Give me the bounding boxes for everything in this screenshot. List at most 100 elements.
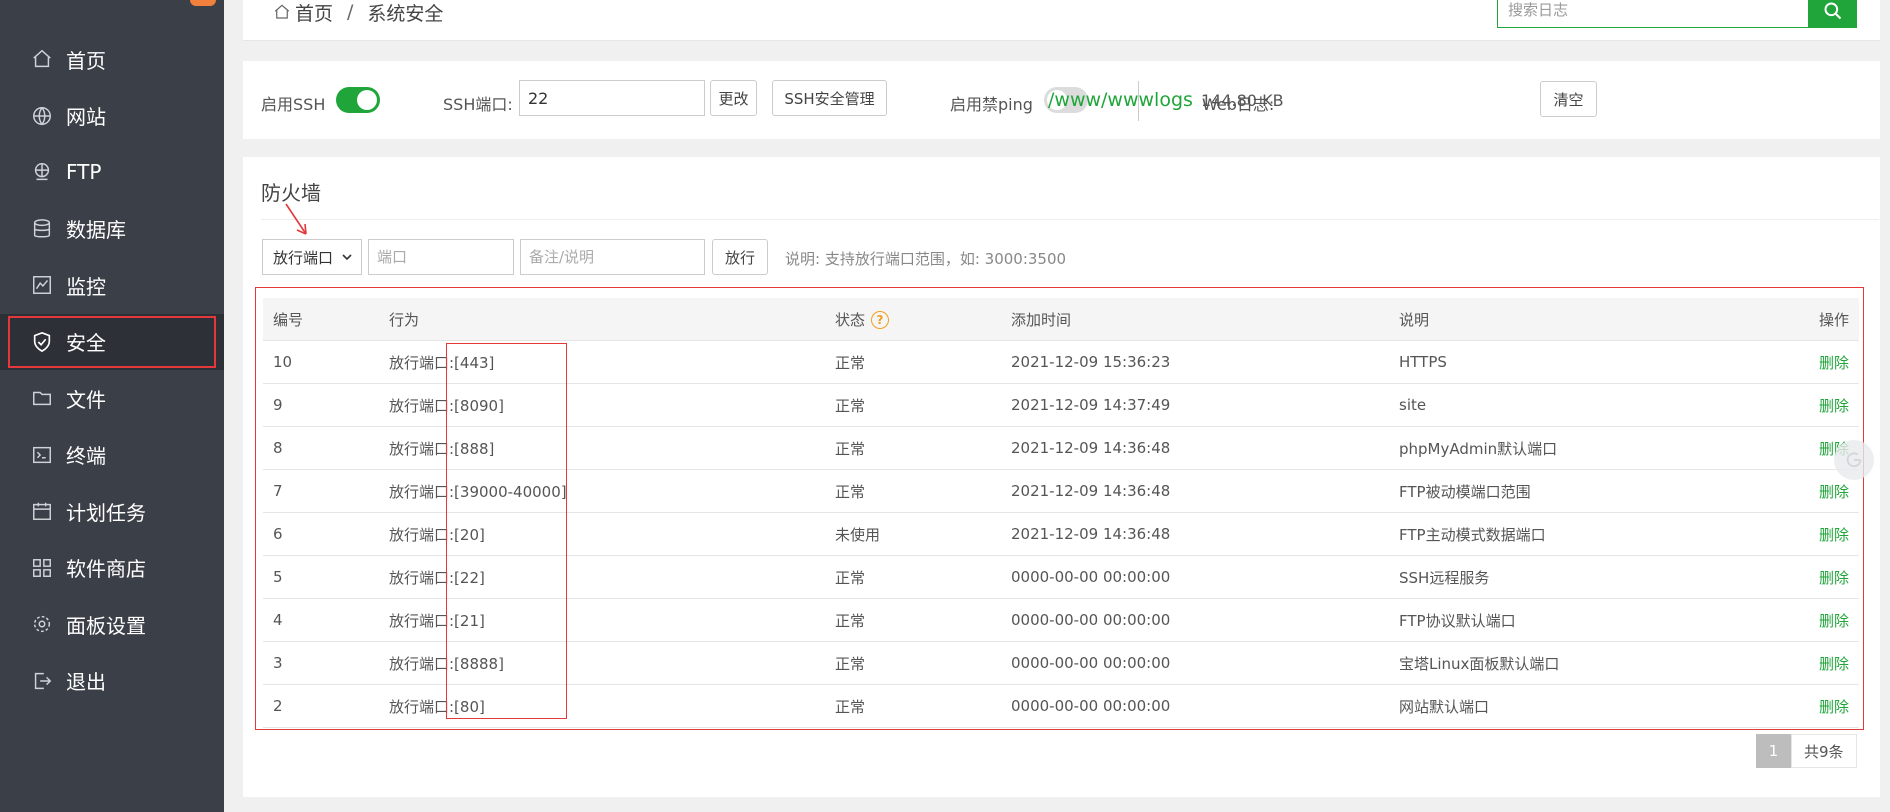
search-button[interactable] <box>1809 0 1857 28</box>
cell-desc: FTP被动模端口范围 <box>1389 469 1753 513</box>
cell-desc: HTTPS <box>1389 340 1753 384</box>
cell-action: 放行端口:[8090] <box>379 383 825 427</box>
home-icon <box>31 48 53 70</box>
ssh-manage-button[interactable]: SSH安全管理 <box>772 80 887 116</box>
sidebar-item-ftp[interactable]: FTP <box>0 144 224 201</box>
rule-type-value: 放行端口 <box>273 248 334 267</box>
cell-desc: 宝塔Linux面板默认端口 <box>1389 641 1753 685</box>
column-header-status: 状态? <box>825 298 1001 341</box>
cell-desc: SSH远程服务 <box>1389 555 1753 599</box>
delete-link[interactable]: 删除 <box>1819 483 1849 501</box>
apps-icon <box>31 557 53 579</box>
cell-action: 放行端口:[20] <box>379 512 825 556</box>
sidebar-item-label: 数据库 <box>66 218 126 243</box>
delete-link[interactable]: 删除 <box>1819 655 1849 673</box>
cell-id: 7 <box>263 469 379 513</box>
change-port-button[interactable]: 更改 <box>710 80 757 116</box>
monitor-icon <box>31 274 53 296</box>
sidebar-item-label: FTP <box>66 160 102 185</box>
cell-status: 正常 <box>825 383 1001 427</box>
cell-desc: FTP协议默认端口 <box>1389 598 1753 642</box>
sidebar-item-monitor[interactable]: 监控 <box>0 257 224 314</box>
ftp-icon <box>31 161 53 183</box>
allow-port-button[interactable]: 放行 <box>712 239 768 275</box>
table-row: 10 放行端口:[443] 正常 2021-12-09 15:36:23 HTT… <box>263 340 1859 384</box>
logout-icon <box>31 670 53 692</box>
breadcrumb-home[interactable]: 首页 <box>295 0 333 26</box>
firewall-hint: 说明: 支持放行端口范围，如: 3000:3500 <box>785 250 1067 268</box>
divider <box>261 219 1879 220</box>
cell-status: 正常 <box>825 684 1001 728</box>
cell-id: 6 <box>263 512 379 556</box>
port-input[interactable] <box>368 239 514 275</box>
cell-action: 放行端口:[80] <box>379 684 825 728</box>
breadcrumb: 首页 / 系统安全 <box>273 0 443 26</box>
page-current[interactable]: 1 <box>1756 734 1791 768</box>
cell-status: 正常 <box>825 598 1001 642</box>
weblog-path-link[interactable]: /www/wwwlogs <box>1048 89 1193 111</box>
sidebar-item-website[interactable]: 网站 <box>0 88 224 145</box>
delete-link[interactable]: 删除 <box>1819 526 1849 544</box>
cell-action: 放行端口:[443] <box>379 340 825 384</box>
cell-action: 放行端口:[888] <box>379 426 825 470</box>
ssh-port-input[interactable] <box>519 80 705 116</box>
cell-time: 0000-00-00 00:00:00 <box>1001 684 1389 728</box>
sidebar-item-home[interactable]: 首页 <box>0 31 224 88</box>
database-icon <box>31 218 53 240</box>
cell-op: 删除 <box>1752 684 1859 728</box>
cell-id: 2 <box>263 684 379 728</box>
help-icon[interactable]: ? <box>871 311 890 329</box>
delete-link[interactable]: 删除 <box>1819 612 1849 630</box>
table-row: 9 放行端口:[8090] 正常 2021-12-09 14:37:49 sit… <box>263 383 1859 427</box>
ssh-enable-label: 启用SSH <box>261 95 326 114</box>
sidebar-item-settings[interactable]: 面板设置 <box>0 596 224 653</box>
note-input[interactable] <box>520 239 705 275</box>
home-icon <box>274 4 290 19</box>
sidebar-item-logout[interactable]: 退出 <box>0 653 224 710</box>
cell-op: 删除 <box>1752 512 1859 556</box>
notification-badge[interactable] <box>190 0 216 6</box>
search-input[interactable] <box>1498 0 1808 25</box>
sidebar-item-cron[interactable]: 计划任务 <box>0 483 224 540</box>
ssh-port-label: SSH端口: <box>443 95 513 114</box>
delete-link[interactable]: 删除 <box>1819 397 1849 415</box>
sidebar-item-files[interactable]: 文件 <box>0 370 224 427</box>
cell-action: 放行端口:[39000-40000] <box>379 469 825 513</box>
table-row: 4 放行端口:[21] 正常 0000-00-00 00:00:00 FTP协议… <box>263 598 1859 642</box>
cell-status: 正常 <box>825 555 1001 599</box>
sidebar-item-label: 监控 <box>66 274 106 299</box>
cell-action: 放行端口:[22] <box>379 555 825 599</box>
table-row: 3 放行端口:[8888] 正常 0000-00-00 00:00:00 宝塔L… <box>263 641 1859 685</box>
terminal-icon <box>31 444 53 466</box>
cell-op: 删除 <box>1752 598 1859 642</box>
sidebar-item-terminal[interactable]: 终端 <box>0 427 224 484</box>
sidebar-item-database[interactable]: 数据库 <box>0 201 224 258</box>
floating-widget[interactable] <box>1834 440 1874 480</box>
sidebar-item-security[interactable]: 安全 <box>0 313 224 370</box>
cell-desc: site <box>1389 383 1753 427</box>
sidebar-item-label: 退出 <box>66 670 106 695</box>
column-header-op: 操作 <box>1752 298 1859 341</box>
firewall-table: 编号 行为 状态? 添加时间 说明 操作 10 放行端口:[443] 正常 20… <box>263 298 1859 728</box>
ping-label: 启用禁ping <box>950 95 1033 114</box>
delete-link[interactable]: 删除 <box>1819 354 1849 372</box>
table-row: 2 放行端口:[80] 正常 0000-00-00 00:00:00 网站默认端… <box>263 684 1859 728</box>
sidebar-item-label: 终端 <box>66 444 106 469</box>
clear-log-button[interactable]: 清空 <box>1540 81 1597 117</box>
sidebar: 首页 网站 FTP 数据库 监控 安全 文件 终端 计划任务 软件商店 面板设置… <box>0 0 224 812</box>
rule-type-select[interactable]: 放行端口 <box>262 239 362 275</box>
sidebar-item-label: 计划任务 <box>66 500 146 525</box>
ssh-toggle[interactable] <box>336 87 380 113</box>
sidebar-menu: 首页 网站 FTP 数据库 监控 安全 文件 终端 计划任务 软件商店 面板设置… <box>0 31 224 709</box>
delete-link[interactable]: 删除 <box>1819 698 1849 716</box>
delete-link[interactable]: 删除 <box>1819 569 1849 587</box>
search-box <box>1497 0 1809 28</box>
sidebar-item-store[interactable]: 软件商店 <box>0 540 224 597</box>
cell-action: 放行端口:[8888] <box>379 641 825 685</box>
table-row: 5 放行端口:[22] 正常 0000-00-00 00:00:00 SSH远程… <box>263 555 1859 599</box>
calendar-icon <box>31 500 53 522</box>
cell-id: 9 <box>263 383 379 427</box>
folder-icon <box>31 387 53 409</box>
shield-icon <box>31 331 53 353</box>
cell-time: 2021-12-09 14:37:49 <box>1001 383 1389 427</box>
